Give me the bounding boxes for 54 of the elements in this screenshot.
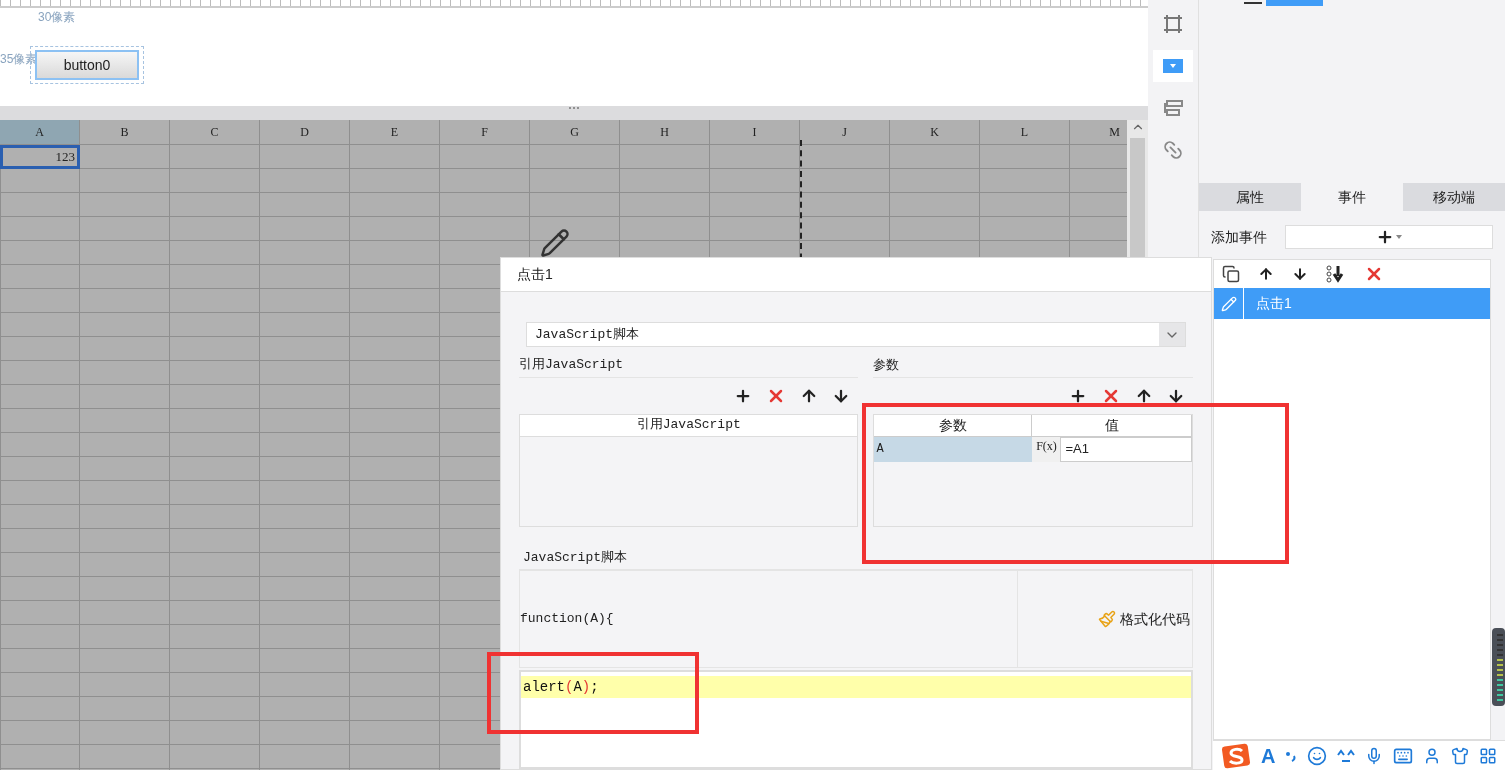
value-field[interactable]: =A1 — [1060, 436, 1192, 462]
ime-letter[interactable]: A — [1261, 740, 1276, 770]
shirt-icon[interactable] — [1451, 746, 1470, 765]
format-code-button[interactable]: 格式化代码 — [1098, 608, 1190, 630]
grid-icon[interactable] — [1479, 746, 1498, 765]
layout-icon[interactable] — [1162, 100, 1184, 116]
code-editor[interactable]: alert(A); — [519, 670, 1193, 769]
panel-tab[interactable]: 移动端 — [1403, 183, 1505, 211]
copy-icon[interactable] — [1222, 265, 1240, 283]
column-header: 引用JavaScript — [520, 414, 858, 437]
type-select[interactable]: JavaScript脚本 — [526, 322, 1186, 347]
width-label: 30像素 — [38, 9, 76, 26]
canvas-button[interactable]: button0 — [35, 50, 139, 80]
column-header: 值 — [1032, 414, 1192, 437]
column-header[interactable]: G — [530, 120, 620, 145]
table-cell[interactable]: 123 — [0, 145, 80, 169]
smiley-icon[interactable] — [1307, 745, 1328, 766]
pencil-icon — [540, 228, 570, 258]
tree-line — [1244, 2, 1262, 4]
column-header[interactable]: I — [710, 120, 800, 145]
brush-icon — [1098, 610, 1116, 628]
column-header: 参数 — [874, 414, 1033, 437]
pencil-icon — [1220, 295, 1237, 312]
section-title: JavaScript脚本 — [523, 549, 627, 565]
column-header[interactable]: E — [350, 120, 440, 145]
column-header[interactable]: D — [260, 120, 350, 145]
column-header[interactable]: K — [890, 120, 980, 145]
column-header[interactable]: C — [170, 120, 260, 145]
column-header[interactable]: F — [440, 120, 530, 145]
column-header[interactable]: J — [800, 120, 890, 145]
grip-icon[interactable] — [568, 106, 580, 110]
tool-slot[interactable] — [1153, 50, 1193, 82]
event-name: 点击1 — [1255, 294, 1292, 313]
panel-tab[interactable]: 属性 — [1199, 183, 1301, 211]
dialog-title: 点击1 — [517, 265, 553, 284]
frame-icon[interactable] — [1163, 14, 1183, 34]
column-header[interactable]: H — [620, 120, 710, 145]
move-down-icon[interactable] — [1292, 266, 1308, 282]
emoticon-icon[interactable] — [1337, 748, 1356, 763]
caret-icon — [1396, 235, 1402, 239]
column-header[interactable]: L — [980, 120, 1070, 145]
ime-logo-icon[interactable] — [1221, 742, 1251, 769]
formula-button[interactable]: F(x) — [1032, 436, 1061, 462]
column-header[interactable]: B — [80, 120, 170, 145]
add-icon — [1376, 228, 1394, 246]
move-bottom-icon[interactable] — [1326, 265, 1346, 283]
dropdown-icon[interactable] — [1163, 59, 1183, 73]
function-header: function(A){ — [520, 610, 614, 629]
table-cell[interactable]: A — [874, 436, 1033, 462]
column-header[interactable]: A — [0, 120, 80, 145]
section-title: 参数 — [873, 357, 900, 372]
section-title: 引用JavaScript — [519, 356, 623, 374]
add-event-label: 添加事件 — [1211, 227, 1267, 247]
move-up-icon[interactable] — [1258, 266, 1274, 282]
